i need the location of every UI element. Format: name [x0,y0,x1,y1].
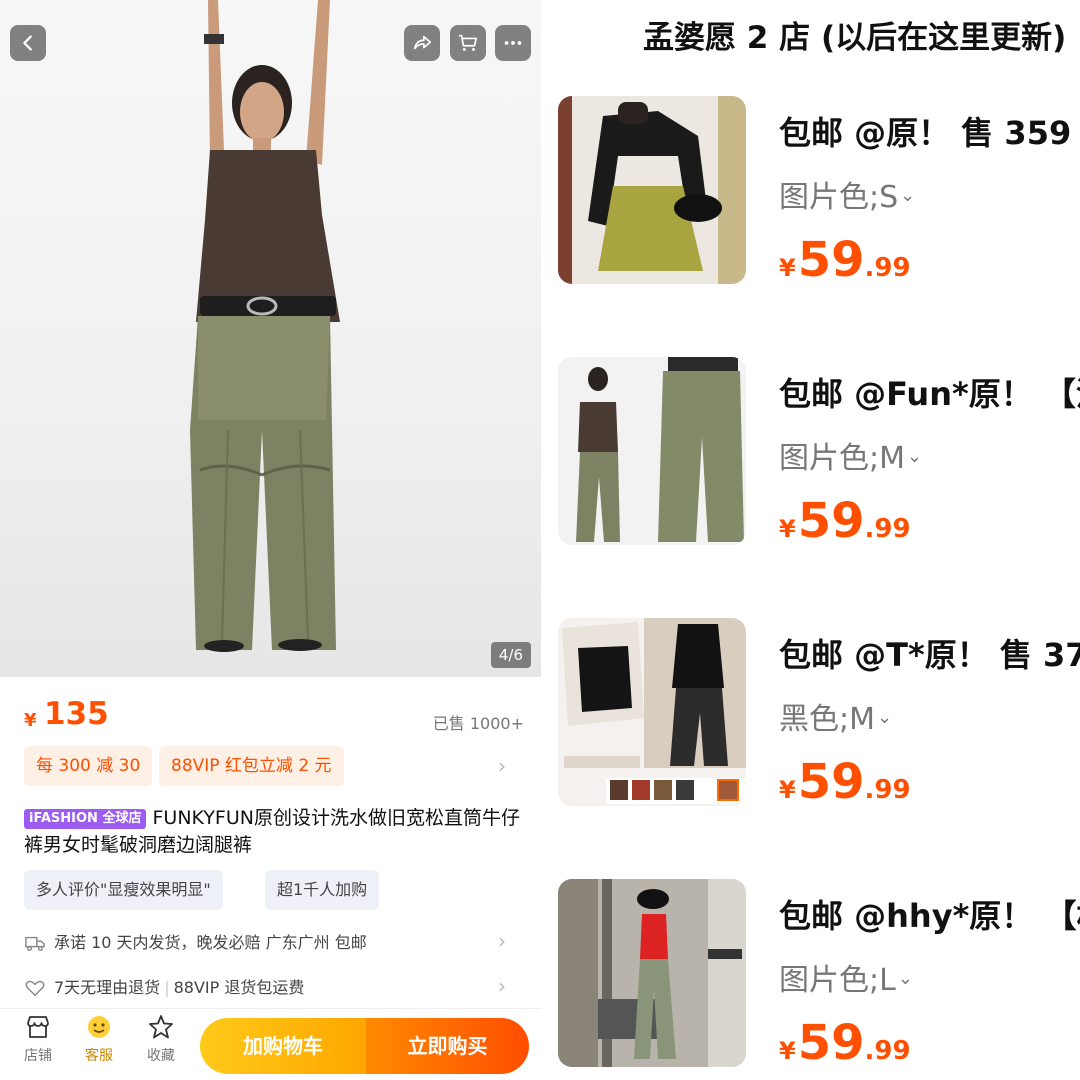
item-sku: 图片色;L [779,963,896,998]
returns-vip: 88VIP 退货包运费 [173,978,305,997]
item-photo [558,96,746,284]
promo-vip-tag[interactable]: 88VIP 红包立减 2 元 [159,746,344,786]
shop-order-list-panel: 孟婆愿 2 店 (以后在这里更新) 包邮 @原！ 售 359 图片色;S ⌄ ¥5… [541,0,1080,1080]
item-title: 包邮 @hhy*原！ 【松 [779,897,1080,935]
chevron-down-icon: ⌄ [877,707,893,728]
service-label: 客服 [85,1048,113,1064]
chevron-down-icon: ⌄ [900,185,916,206]
store-icon [27,1016,49,1038]
price-integer: 59 [797,493,865,549]
shipping-row[interactable]: 承诺 10 天内发货，晚发必赔 广东广州 包邮 › [24,929,519,956]
chevron-down-icon: ⌄ [907,446,923,467]
item-title: 包邮 @T*原！ 售 373 [779,636,1080,674]
store-label: 店铺 [24,1048,52,1064]
item-price: ¥59.99 [779,754,911,810]
add-to-cart-button[interactable]: 加购物车 [200,1018,366,1074]
currency-symbol: ¥ [24,710,37,731]
item-thumbnail[interactable] [558,96,746,284]
back-icon [23,35,32,51]
back-button[interactable] [10,25,46,61]
more-icon [504,41,522,45]
item-sku-selector[interactable]: 图片色;M ⌄ [779,433,922,477]
list-item[interactable]: 包邮 @原！ 售 359 图片色;S ⌄ ¥59.99 [541,96,1080,296]
list-item[interactable]: 包邮 @hhy*原！ 【松 图片色;L ⌄ ¥59.99 [541,879,1080,1079]
heart-icon [25,980,45,997]
share-button[interactable] [404,25,440,61]
item-sku-selector[interactable]: 图片色;S ⌄ [779,172,915,216]
item-thumbnail[interactable] [558,879,746,1067]
sold-count: 已售 1000+ [432,714,524,733]
add-cart-count-chip[interactable]: 超1千人加购 [265,870,380,910]
review-chip[interactable]: 多人评价"显瘦效果明显" [24,870,223,910]
list-item[interactable]: 包邮 @T*原！ 售 373 黑色;M ⌄ ¥59.99 [541,618,1080,818]
model-photo [190,0,340,652]
item-title: 包邮 @原！ 售 359 [779,114,1072,152]
item-sku: 黑色;M [779,702,875,737]
item-sku-selector[interactable]: 黑色;M ⌄ [779,694,892,738]
share-icon [413,35,432,50]
shipping-text: 承诺 10 天内发货，晚发必赔 广东广州 包邮 [54,933,367,952]
item-thumbnail[interactable] [558,357,746,545]
more-button[interactable] [495,25,531,61]
ifashion-badge: iFASHION 全球店 [24,809,147,829]
product-image[interactable]: 4/6 [0,0,541,677]
item-title: 包邮 @Fun*原！ 【流 [779,375,1080,413]
returns-text: 7天无理由退货 | 88VIP 退货包运费 [54,978,305,997]
price-decimal: .99 [864,514,911,544]
item-price: ¥59.99 [779,1015,911,1071]
favorite-label: 收藏 [147,1048,175,1064]
returns-policy: 7天无理由退货 [54,978,161,997]
item-sku-selector[interactable]: 图片色;L ⌄ [779,955,913,999]
price-decimal: .99 [864,1036,911,1066]
price-row: ¥ 135 已售 1000+ [24,696,524,736]
bottom-action-bar: 店铺 客服 收藏 加购物车 立即购买 [0,1008,541,1080]
item-price: ¥59.99 [779,232,911,288]
returns-row[interactable]: 7天无理由退货 | 88VIP 退货包运费 › [24,974,519,1001]
image-counter: 4/6 [490,642,531,668]
item-thumbnail[interactable] [558,618,746,806]
star-icon [149,1015,173,1039]
cart-button[interactable] [450,25,486,61]
promo-discount-tag[interactable]: 每 300 减 30 [24,746,153,786]
cart-icon [458,34,478,51]
currency-symbol: ¥ [779,1037,796,1065]
item-photo [558,357,746,545]
buy-now-button[interactable]: 立即购买 [366,1018,529,1074]
currency-symbol: ¥ [779,254,796,282]
shop-title[interactable]: 孟婆愿 2 店 (以后在这里更新) [643,12,1066,57]
product-title-block: iFASHION 全球店 FUNKYFUN原创设计洗水做旧宽松直筒牛仔裤男女时髦… [24,805,524,859]
chevron-down-icon: ⌄ [897,968,913,989]
shipping-chevron-icon: › [498,929,506,953]
price-decimal: .99 [864,775,911,805]
returns-chevron-icon: › [498,974,506,998]
store-button[interactable]: 店铺 [13,1013,63,1065]
product-detail-panel: 4/6 ¥ 135 已售 1000+ 每 300 减 30 88VIP 红包立减… [0,0,541,1080]
service-icon [88,1016,110,1038]
product-price: 135 [44,696,109,732]
currency-symbol: ¥ [779,776,796,804]
item-photo [558,618,746,806]
price-integer: 59 [797,232,865,288]
truck-icon [25,936,45,951]
price-integer: 59 [797,1015,865,1071]
item-photo [558,879,746,1067]
price-integer: 59 [797,754,865,810]
price-decimal: .99 [864,253,911,283]
currency-symbol: ¥ [779,515,796,543]
item-price: ¥59.99 [779,493,911,549]
service-button[interactable]: 客服 [74,1013,124,1065]
item-sku: 图片色;M [779,441,905,476]
promo-chevron-icon[interactable]: › [498,754,506,778]
item-sku: 图片色;S [779,180,899,215]
favorite-button[interactable]: 收藏 [136,1013,186,1065]
list-item[interactable]: 包邮 @Fun*原！ 【流 图片色;M ⌄ ¥59.99 [541,357,1080,557]
